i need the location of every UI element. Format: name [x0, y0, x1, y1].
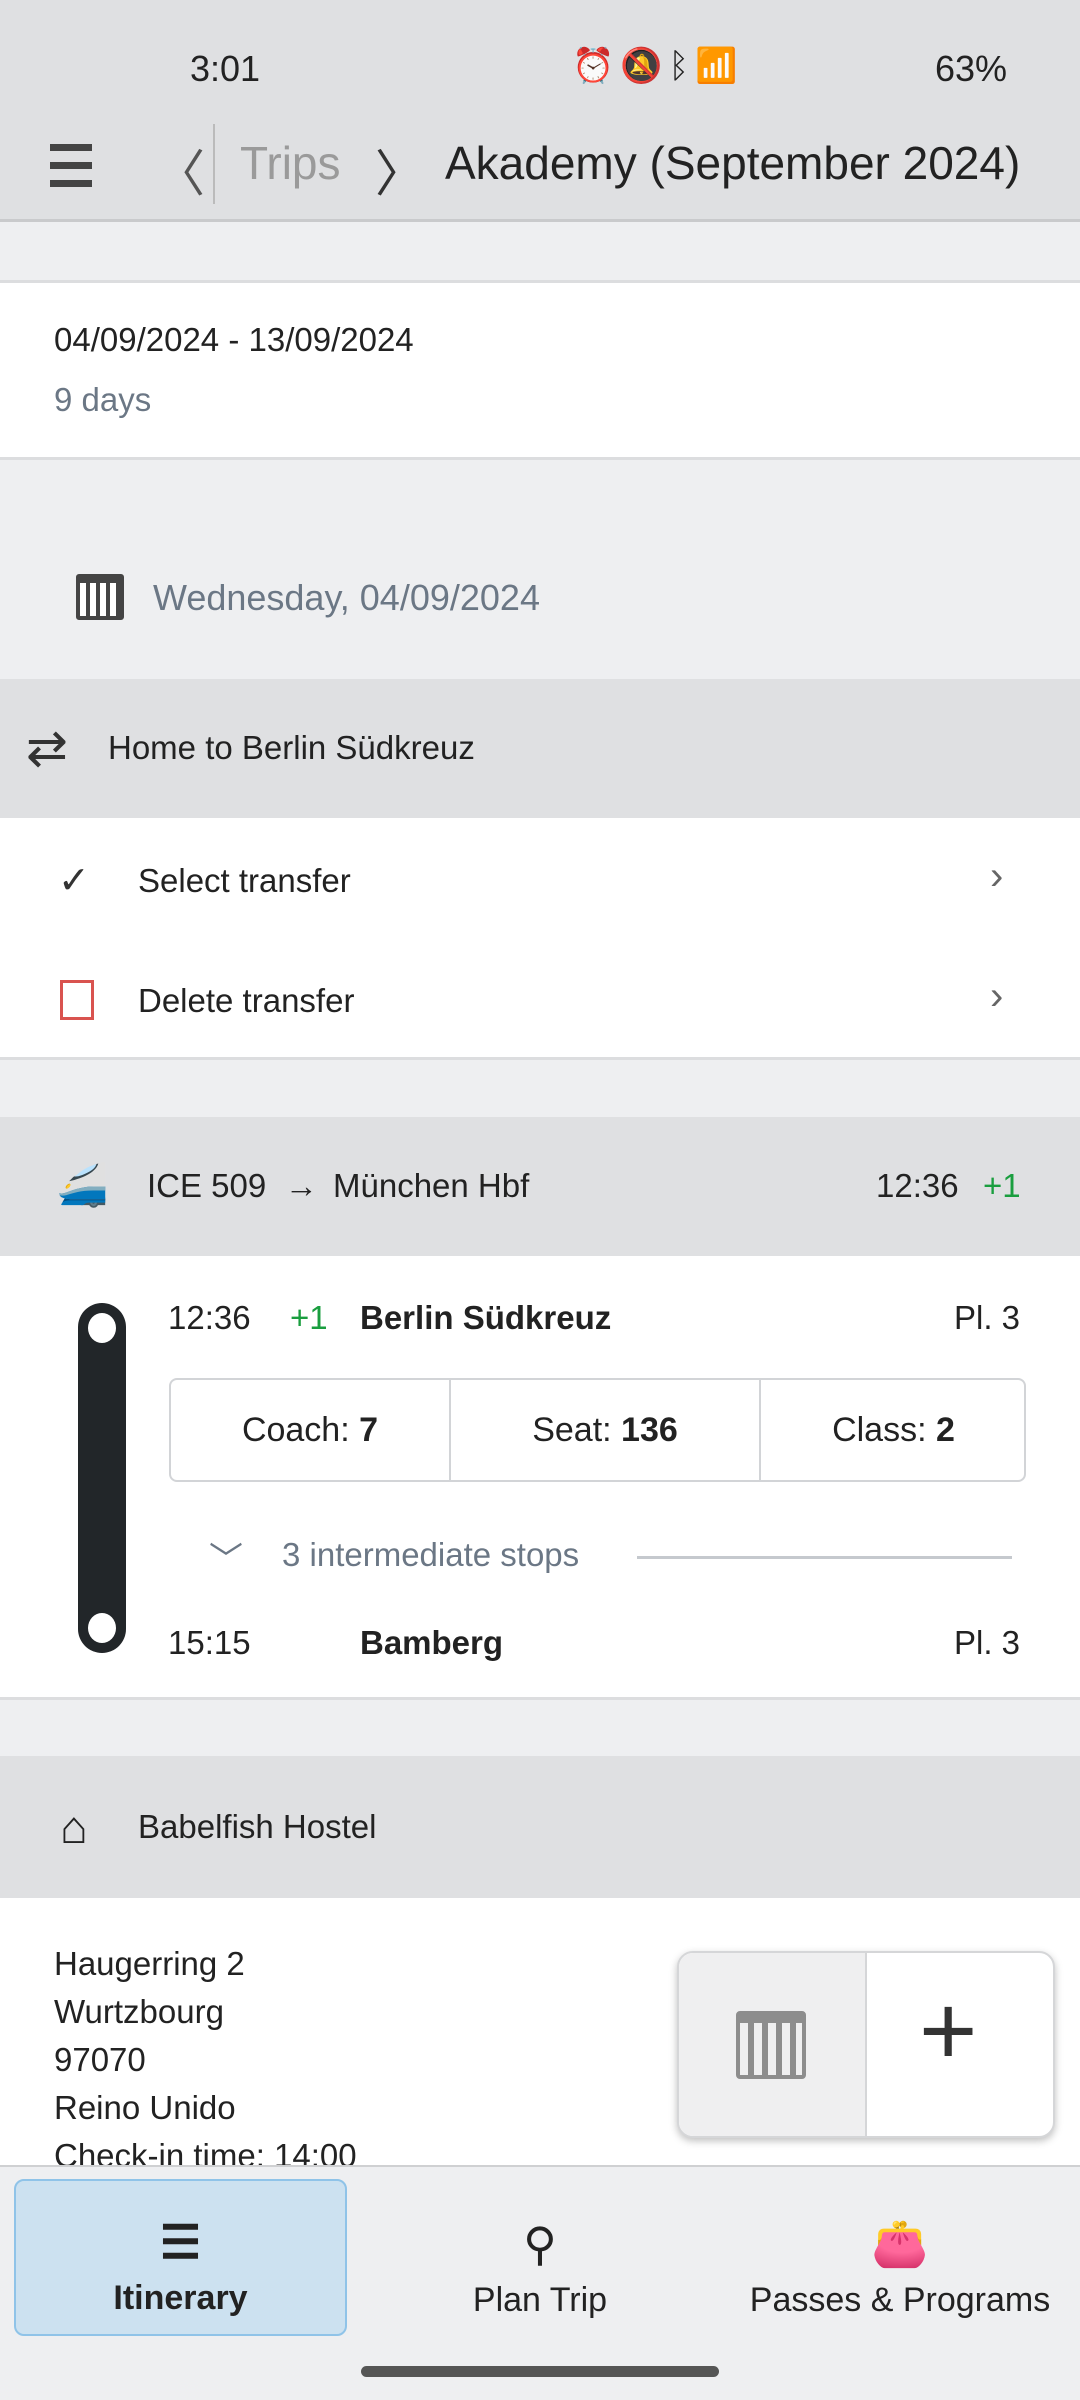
departure-platform: Pl. 3	[954, 1299, 1021, 1336]
status-time: 3:01	[190, 48, 261, 89]
train-destination: München Hbf	[333, 1167, 530, 1204]
chevron-right-icon: 〉	[375, 146, 425, 202]
route-line	[78, 1303, 126, 1653]
address-postcode: 97070	[54, 2041, 146, 2078]
train-header[interactable]: 🚄 ICE 509 → München Hbf 12:36 +1	[0, 1117, 1080, 1256]
chevron-down-icon: ﹀	[209, 1541, 243, 1579]
divider	[637, 1556, 1012, 1559]
class-label: Class:	[832, 1410, 927, 1449]
nav-plan-trip[interactable]: ⚲ Plan Trip	[400, 2179, 680, 2336]
coach-label: Coach:	[241, 1410, 350, 1449]
departure-delay: +1	[290, 1299, 328, 1336]
checkin-time: Check-in time: 14:00	[54, 2137, 357, 2166]
add-button[interactable]: +	[867, 1953, 1053, 2136]
accommodation-header[interactable]: ⌂ Babelfish Hostel	[0, 1756, 1080, 1898]
seat-info-box: Coach: 7 Seat: 136 Class: 2	[169, 1378, 1026, 1482]
train-delay: +1	[983, 1167, 1021, 1204]
nav-passes-label: Passes & Programs	[749, 2281, 1051, 2319]
nav-itinerary-label: Itinerary	[113, 2279, 248, 2317]
intermediate-stops-label: 3 intermediate stops	[282, 1536, 580, 1573]
status-bar: 3:01 ⏰🔕ᛒ📶 63%	[0, 0, 1080, 122]
coach-cell: Coach: 7	[171, 1380, 451, 1480]
trip-summary-card: 04/09/2024 - 13/09/2024 9 days	[0, 280, 1080, 460]
address-street: Haugerring 2	[54, 1945, 245, 1982]
itinerary-icon: ☰	[159, 2216, 202, 2268]
train-details-card: 12:36 +1 Berlin Südkreuz Pl. 3 Coach: 7 …	[0, 1256, 1080, 1700]
fab-group: +	[677, 1951, 1055, 2138]
page-title: Akademy (September 2024)	[445, 137, 1021, 189]
wallet-icon: 👛	[871, 2217, 929, 2269]
trip-duration: 9 days	[54, 381, 152, 418]
trash-icon	[60, 980, 94, 1020]
top-app-bar: 〈 Trips 〉 Akademy (September 2024)	[0, 122, 1080, 222]
day-date: Wednesday, 04/09/2024	[153, 577, 540, 618]
accommodation-name: Babelfish Hostel	[138, 1808, 377, 1845]
address-city: Wurtzbourg	[54, 1993, 224, 2030]
arrival-platform: Pl. 3	[954, 1624, 1021, 1661]
train-icon: 🚄	[56, 1161, 109, 1208]
coach-value: 7	[359, 1410, 379, 1449]
arrow: →	[285, 1167, 318, 1204]
transfer-header: ⇄ Home to Berlin Südkreuz	[0, 679, 1080, 818]
departure-time: 12:36	[168, 1299, 251, 1336]
arrival-time: 15:15	[168, 1624, 251, 1661]
trip-dates: 04/09/2024 - 13/09/2024	[54, 321, 414, 358]
plus-icon: +	[919, 1975, 978, 2087]
class-value: 2	[936, 1410, 955, 1449]
train-name: ICE 509	[147, 1167, 267, 1204]
check-icon: ✓	[58, 860, 90, 902]
jump-to-date-button[interactable]	[679, 1953, 867, 2136]
divider	[213, 124, 215, 204]
home-icon: ⌂	[60, 1801, 88, 1853]
chevron-right-icon: ›	[990, 854, 1004, 898]
back-icon[interactable]: 〈	[155, 134, 205, 206]
nav-plan-trip-label: Plan Trip	[472, 2281, 608, 2319]
calendar-icon	[76, 574, 124, 620]
nav-itinerary[interactable]: ☰ Itinerary	[14, 2179, 347, 2336]
breadcrumb-trips[interactable]: Trips	[240, 136, 341, 190]
chevron-right-icon: ›	[990, 974, 1004, 1018]
battery-level: 63%	[935, 48, 1008, 89]
seat-cell: Seat: 136	[451, 1380, 761, 1480]
address-country: Reino Unido	[54, 2089, 236, 2126]
address: Haugerring 2 Wurtzbourg 97070 Reino Unid…	[54, 1940, 357, 2166]
arrival-station[interactable]: Bamberg	[360, 1624, 503, 1662]
search-icon: ⚲	[523, 2218, 557, 2270]
delete-transfer-label: Delete transfer	[138, 982, 355, 1019]
seat-label: Seat:	[532, 1410, 612, 1449]
home-indicator[interactable]	[361, 2366, 719, 2377]
intermediate-stops-toggle[interactable]: ﹀ 3 intermediate stops	[205, 1532, 1015, 1582]
menu-icon[interactable]	[50, 144, 92, 188]
nav-passes-programs[interactable]: 👛 Passes & Programs	[730, 2179, 1070, 2336]
delete-transfer-button[interactable]: Delete transfer ›	[0, 938, 1080, 1058]
seat-value: 136	[621, 1410, 678, 1449]
transfer-actions: ✓ Select transfer › Delete transfer ›	[0, 818, 1080, 1060]
train-time: 12:36	[876, 1167, 959, 1204]
departure-station[interactable]: Berlin Südkreuz	[360, 1299, 611, 1337]
transfer-icon: ⇄	[26, 720, 68, 776]
status-icons: ⏰🔕ᛒ📶	[572, 47, 744, 85]
select-transfer-button[interactable]: ✓ Select transfer ›	[0, 818, 1080, 938]
select-transfer-label: Select transfer	[138, 862, 351, 899]
transfer-title: Home to Berlin Südkreuz	[108, 729, 475, 766]
class-cell: Class: 2	[761, 1380, 1026, 1480]
calendar-icon	[736, 2011, 806, 2079]
